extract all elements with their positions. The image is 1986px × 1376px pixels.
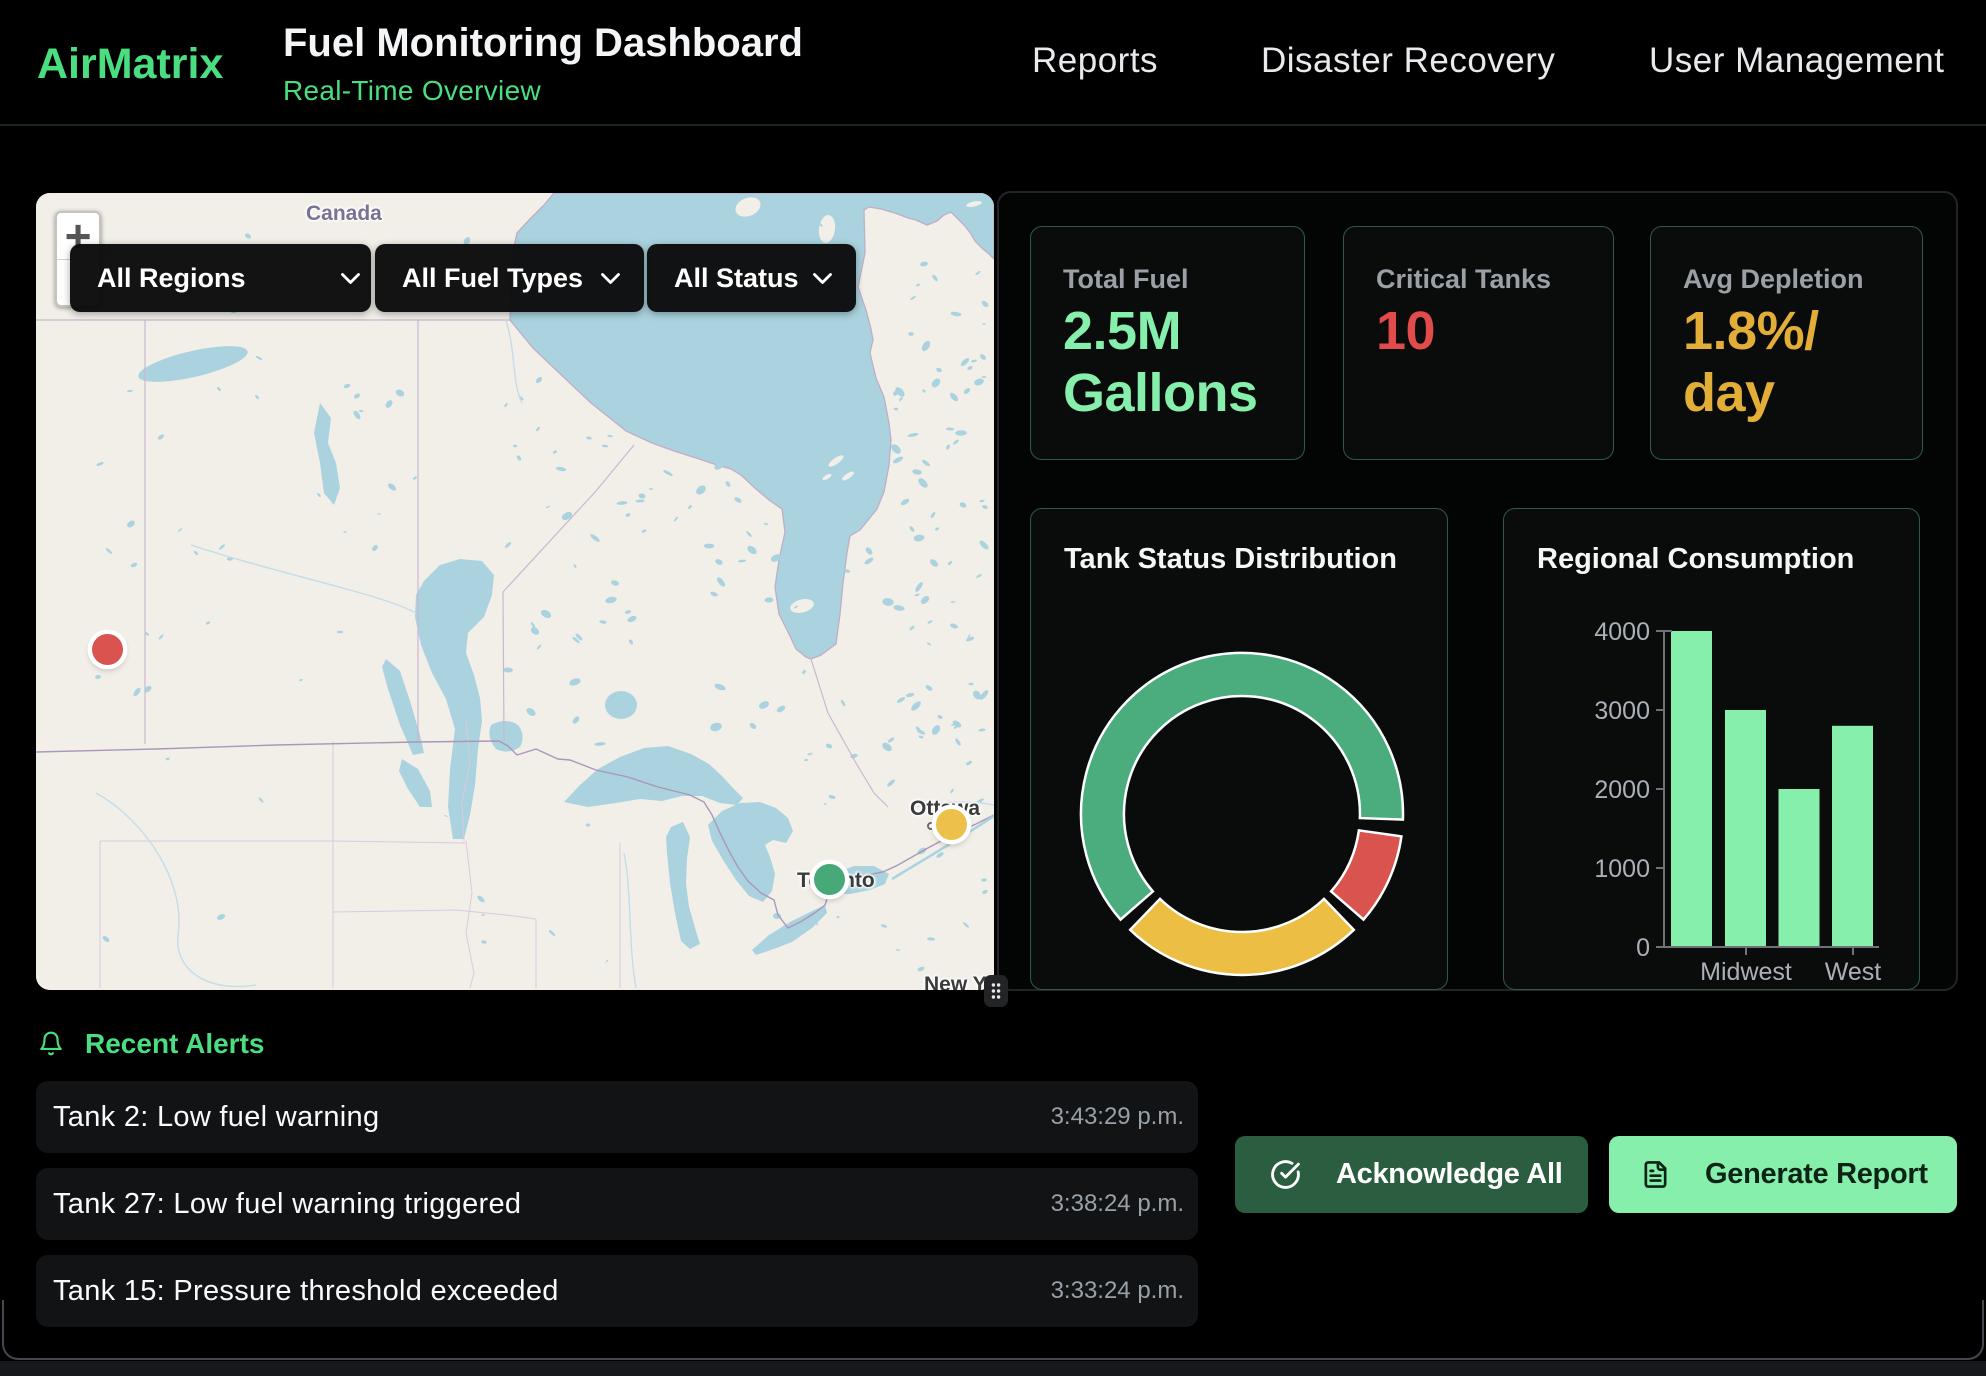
svg-text:4000: 4000 bbox=[1594, 618, 1650, 646]
svg-text:Midwest: Midwest bbox=[1700, 958, 1792, 986]
svg-text:2000: 2000 bbox=[1594, 776, 1650, 804]
svg-text:West: West bbox=[1825, 958, 1882, 986]
svg-text:0: 0 bbox=[1636, 934, 1650, 962]
svg-text:3000: 3000 bbox=[1594, 697, 1650, 725]
svg-text:1000: 1000 bbox=[1594, 855, 1650, 883]
